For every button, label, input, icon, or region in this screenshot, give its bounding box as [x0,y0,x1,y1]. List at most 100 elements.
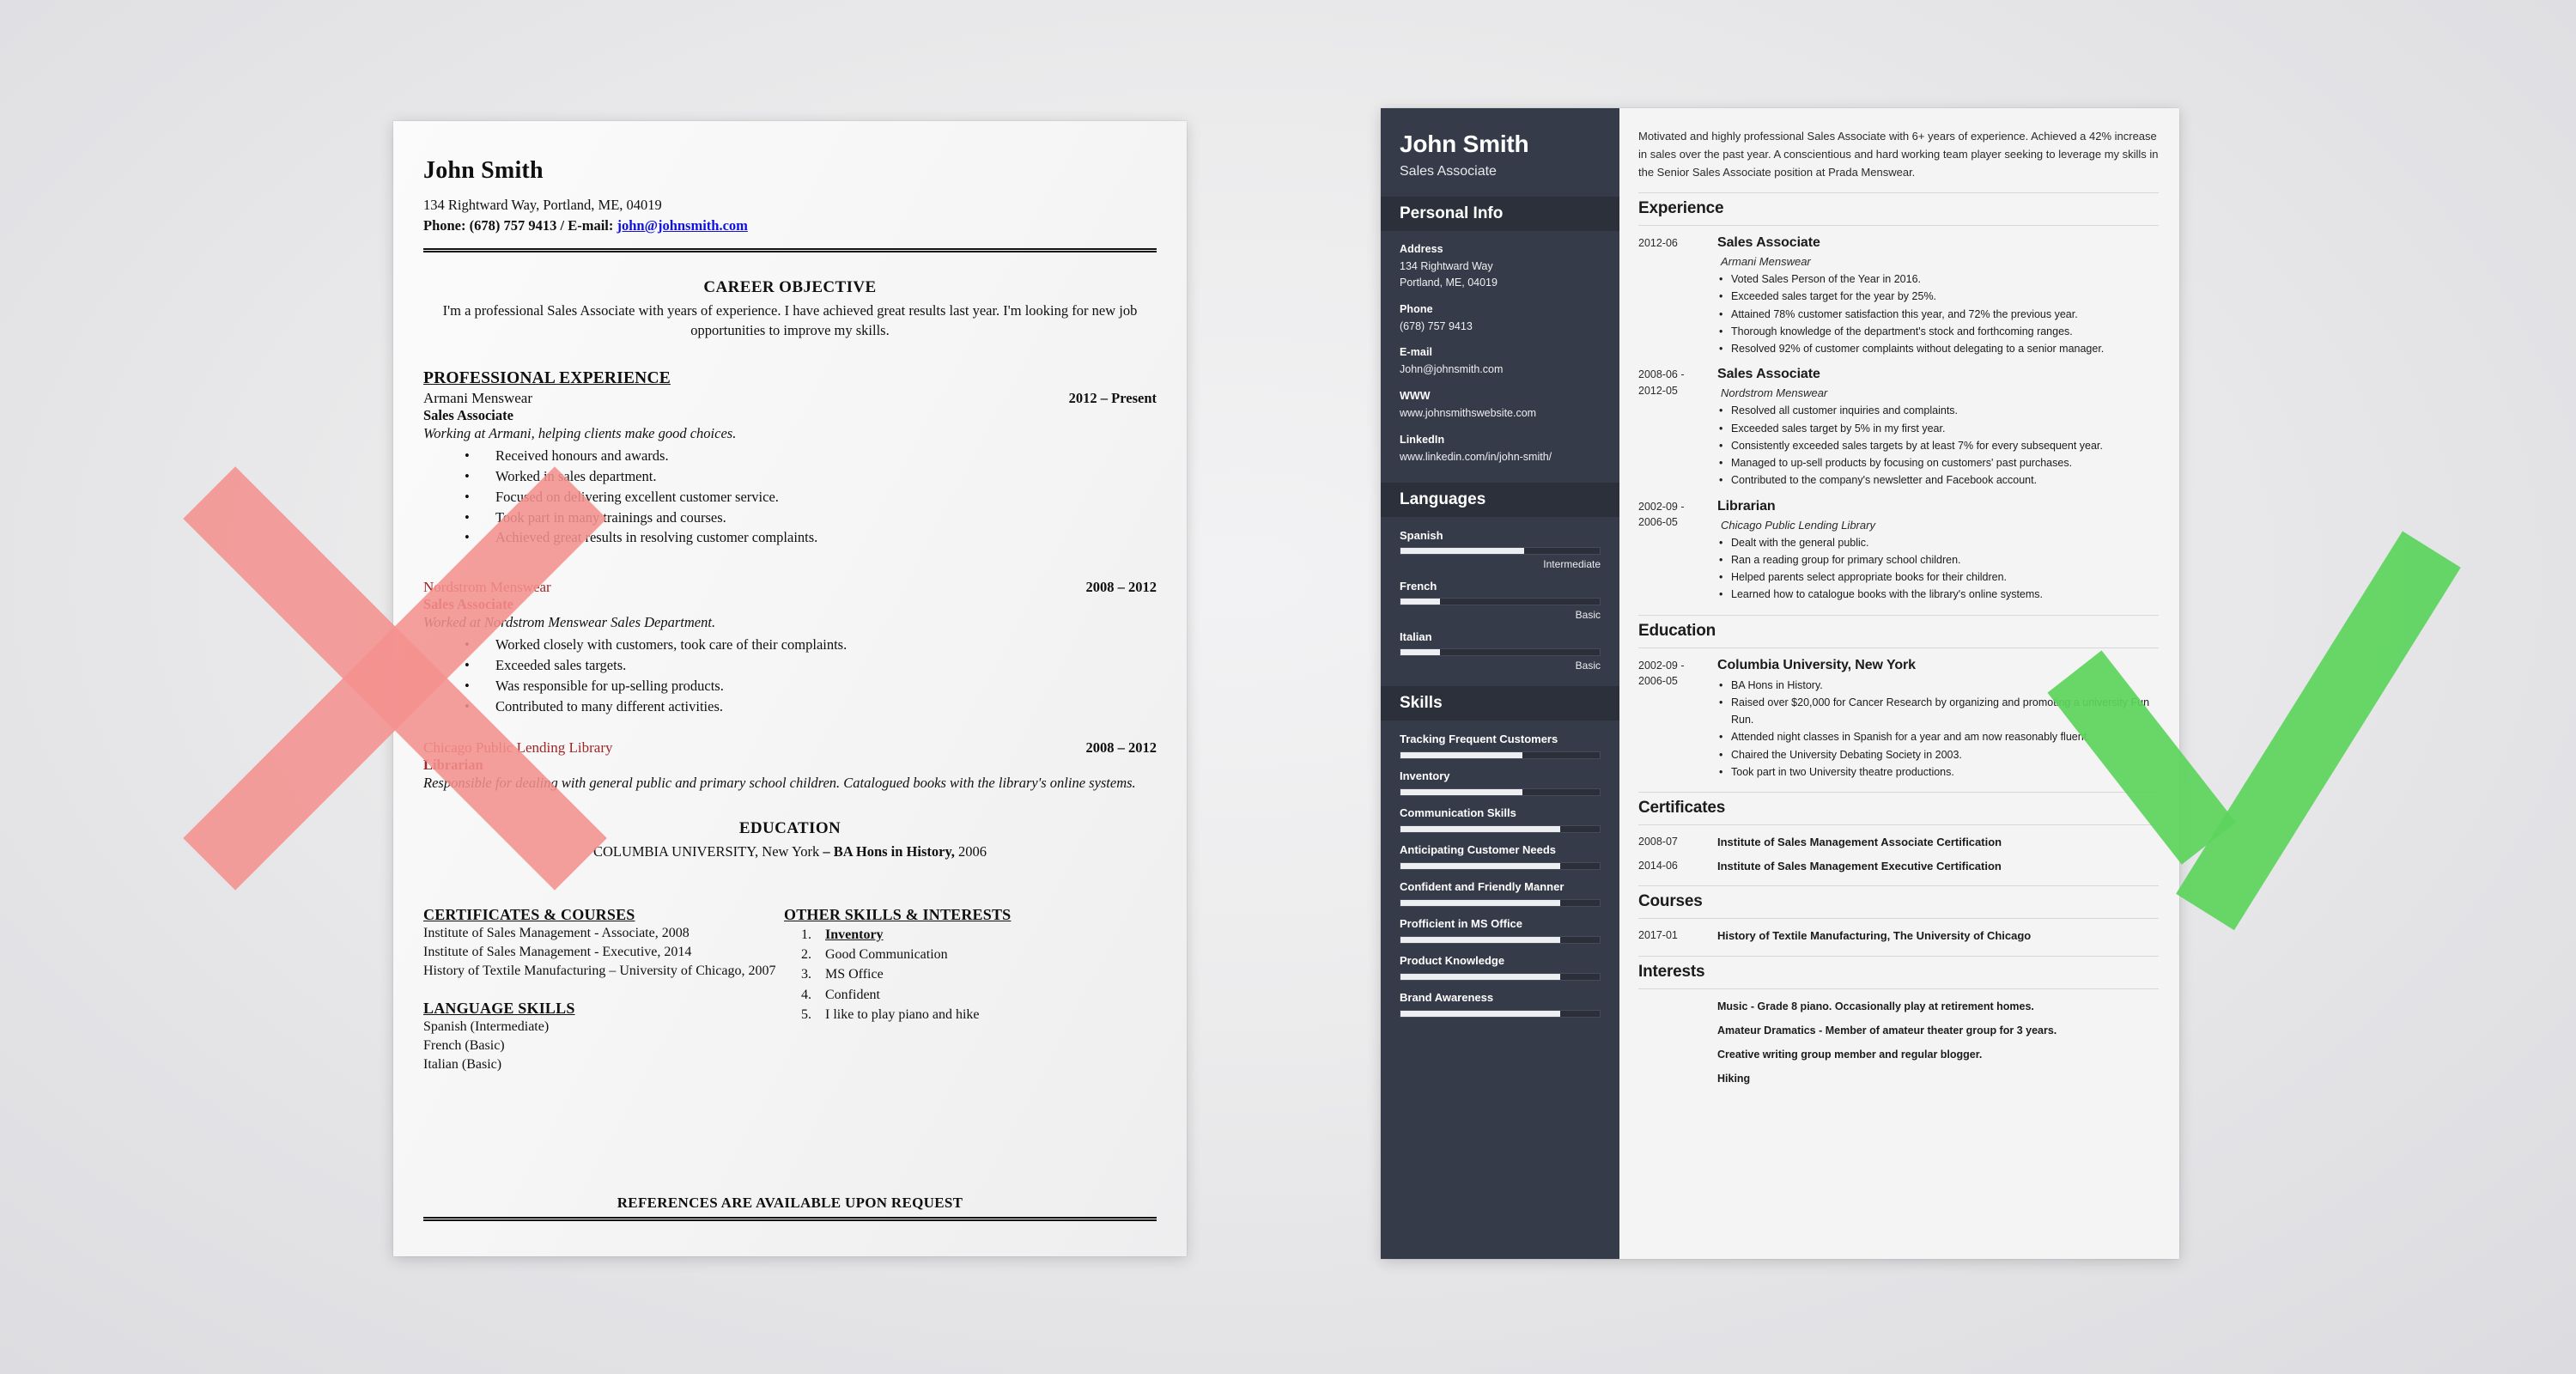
skill-name: Tracking Frequent Customers [1400,732,1558,745]
job-bullet-list: Voted Sales Person of the Year in 2016. … [1717,271,2159,358]
experience-section: Experience 2012-06 Sales Associate Arman… [1638,192,2159,604]
list-item: Ran a reading group for primary school c… [1717,551,2159,569]
skill-entry: Profficient in MS Office [1400,917,1601,944]
bad-resume-contact-block: 134 Rightward Way, Portland, ME, 04019 P… [423,195,1157,236]
list-item: Took part in many trainings and courses. [423,508,1157,528]
courses-heading: Courses [1638,885,2159,920]
certificates-section: Certificates 2008-07 Institute of Sales … [1638,792,2159,874]
skill-level-bar [1400,935,1601,944]
employer-name: Nordstrom Menswear [423,579,551,596]
skill-name: Confident and Friendly Manner [1400,879,1564,893]
interests-heading: Interests [1638,955,2159,989]
resume-sidebar: John Smith Sales Associate Personal Info… [1381,108,1619,1259]
education-entry: 2002-09 - 2006-05 Columbia University, N… [1638,658,2159,781]
employment-dates: 2012 – Present [1068,390,1157,407]
language-skills-heading: LANGUAGE SKILLS [423,999,575,1017]
employer-name: Armani Menswear [1721,255,1811,269]
language-level-bar [1400,546,1601,555]
list-item: Voted Sales Person of the Year in 2016. [1717,271,2159,289]
info-field: LinkedIn www.linkedin.com/in/john-smith/ [1400,434,1601,465]
bar-fill [1400,1010,1560,1017]
info-label: E-mail [1400,346,1433,359]
list-item: Learned how to catalogue books with the … [1717,586,2159,604]
skill-level-bar [1400,861,1601,870]
professional-summary: Motivated and highly professional Sales … [1638,130,2159,179]
list-item: Consistently exceeded sales targets by a… [1717,437,2159,455]
skill-level-bar [1400,898,1601,907]
employment-dates: 2008 – 2012 [1085,579,1157,596]
language-item: French (Basic) [423,1038,505,1054]
skill-entry: Communication Skills [1400,806,1601,833]
sidebar-role: Sales Associate [1400,164,1497,179]
list-item: BA Hons in History. [1717,677,2159,695]
info-value[interactable]: www.johnsmithswebsite.com [1400,405,1601,422]
bar-fill [1400,788,1522,795]
info-field: WWW www.johnsmithswebsite.com [1400,390,1601,422]
job-bullet-list: Worked closely with customers, took care… [423,635,1157,717]
employer-name: Chicago Public Lending Library [1721,518,1875,532]
list-item: Achieved great results in resolving cust… [423,527,1157,548]
bar-fill [1400,547,1524,554]
list-item: Contributed to many different activities… [423,696,1157,717]
job-title: Sales Associate [1717,235,1820,251]
list-item: Was responsible for up-selling products. [423,676,1157,696]
list-item: Exceeded sales target for the year by 25… [1717,288,2159,306]
resume-main-column: Motivated and highly professional Sales … [1619,108,2179,1259]
interest-item: Hiking [1717,1073,1751,1085]
bar-fill [1400,862,1560,869]
experience-entry: 2012-06 Sales Associate Armani Menswear … [1638,235,2159,358]
info-value[interactable]: www.linkedin.com/in/john-smith/ [1400,449,1601,465]
professional-experience-heading: PROFESSIONAL EXPERIENCE [423,369,671,388]
list-item: Inventory [784,925,1145,945]
language-level-bar [1400,597,1601,605]
education-heading: Education [1638,614,2159,648]
certificates-heading: Certificates [1638,792,2159,826]
sidebar-header: John Smith Sales Associate [1381,108,1619,197]
info-value[interactable]: John@johnsmith.com [1400,362,1601,378]
interests-date-spacer [1638,1000,1717,1097]
skill-label: Inventory [825,927,884,942]
other-skills-list: Inventory Good Communication MS Office C… [784,925,1145,1025]
certificate-entry: 2014-06 Institute of Sales Management Ex… [1638,858,2159,875]
skill-name: Anticipating Customer Needs [1400,842,1557,856]
skill-name: Communication Skills [1400,806,1516,819]
info-label: WWW [1400,390,1431,402]
skill-level-bar [1400,787,1601,796]
language-item: Spanish (Intermediate) [423,1018,550,1034]
education-bullet-list: BA Hons in History. Raised over $20,000 … [1717,677,2159,781]
list-item: Attained 78% customer satisfaction this … [1717,306,2159,324]
experience-entry: 2008-06 - 2012-05 Sales Associate Nordst… [1638,367,2159,489]
entry-date: 2008-06 - 2012-05 [1638,368,1685,398]
list-item: Worked closely with customers, took care… [423,635,1157,655]
job-description: Working at Armani, helping clients make … [423,425,737,442]
languages-body: Spanish Intermediate French Basic Italia… [1381,517,1619,686]
sidebar-section-languages: Languages [1381,482,1619,517]
job-title: Librarian [1717,498,1776,514]
language-level-bar [1400,647,1601,656]
entry-date: 2012-06 [1638,237,1678,250]
skill-name: Inventory [1400,769,1450,782]
certificates-column: CERTIFICATES & COURSES Institute of Sale… [423,906,784,1074]
bad-resume-document: John Smith 134 Rightward Way, Portland, … [393,121,1187,1256]
language-entry: Spanish Intermediate [1400,529,1601,570]
certificate-item: Institute of Sales Management - Executiv… [423,944,692,959]
footer-divider [423,1217,1157,1222]
employer-name: Nordstrom Menswear [1721,386,1828,400]
employment-dates: 2008 – 2012 [1085,739,1157,756]
list-item: Confident [801,985,880,1006]
career-objective-text: I'm a professional Sales Associate with … [442,301,1138,338]
other-skills-column: OTHER SKILLS & INTERESTS Inventory Good … [784,906,1145,1074]
school-name: Columbia University, New York [1717,657,1916,672]
certificate-text: Institute of Sales Management Associate … [1717,836,2002,849]
education-school: COLUMBIA UNIVERSITY, New York [592,842,820,860]
bar-fill [1400,899,1560,906]
phone-value: (678) 757 9413 [469,216,557,234]
email-link[interactable]: john@johnsmith.com [617,217,748,234]
language-level-label: Basic [1575,608,1601,621]
bad-job-entry: Nordstrom Menswear 2008 – 2012 Sales Ass… [423,579,1157,716]
certificate-text: Institute of Sales Management Executive … [1717,859,2002,872]
info-field: Phone (678) 757 9413 [1400,303,1601,335]
interest-item: Music - Grade 8 piano. Occasionally play… [1717,1000,2034,1012]
list-item: Chaired the University Debating Society … [1717,746,2159,764]
list-item: Took part in two University theatre prod… [1717,763,2159,781]
